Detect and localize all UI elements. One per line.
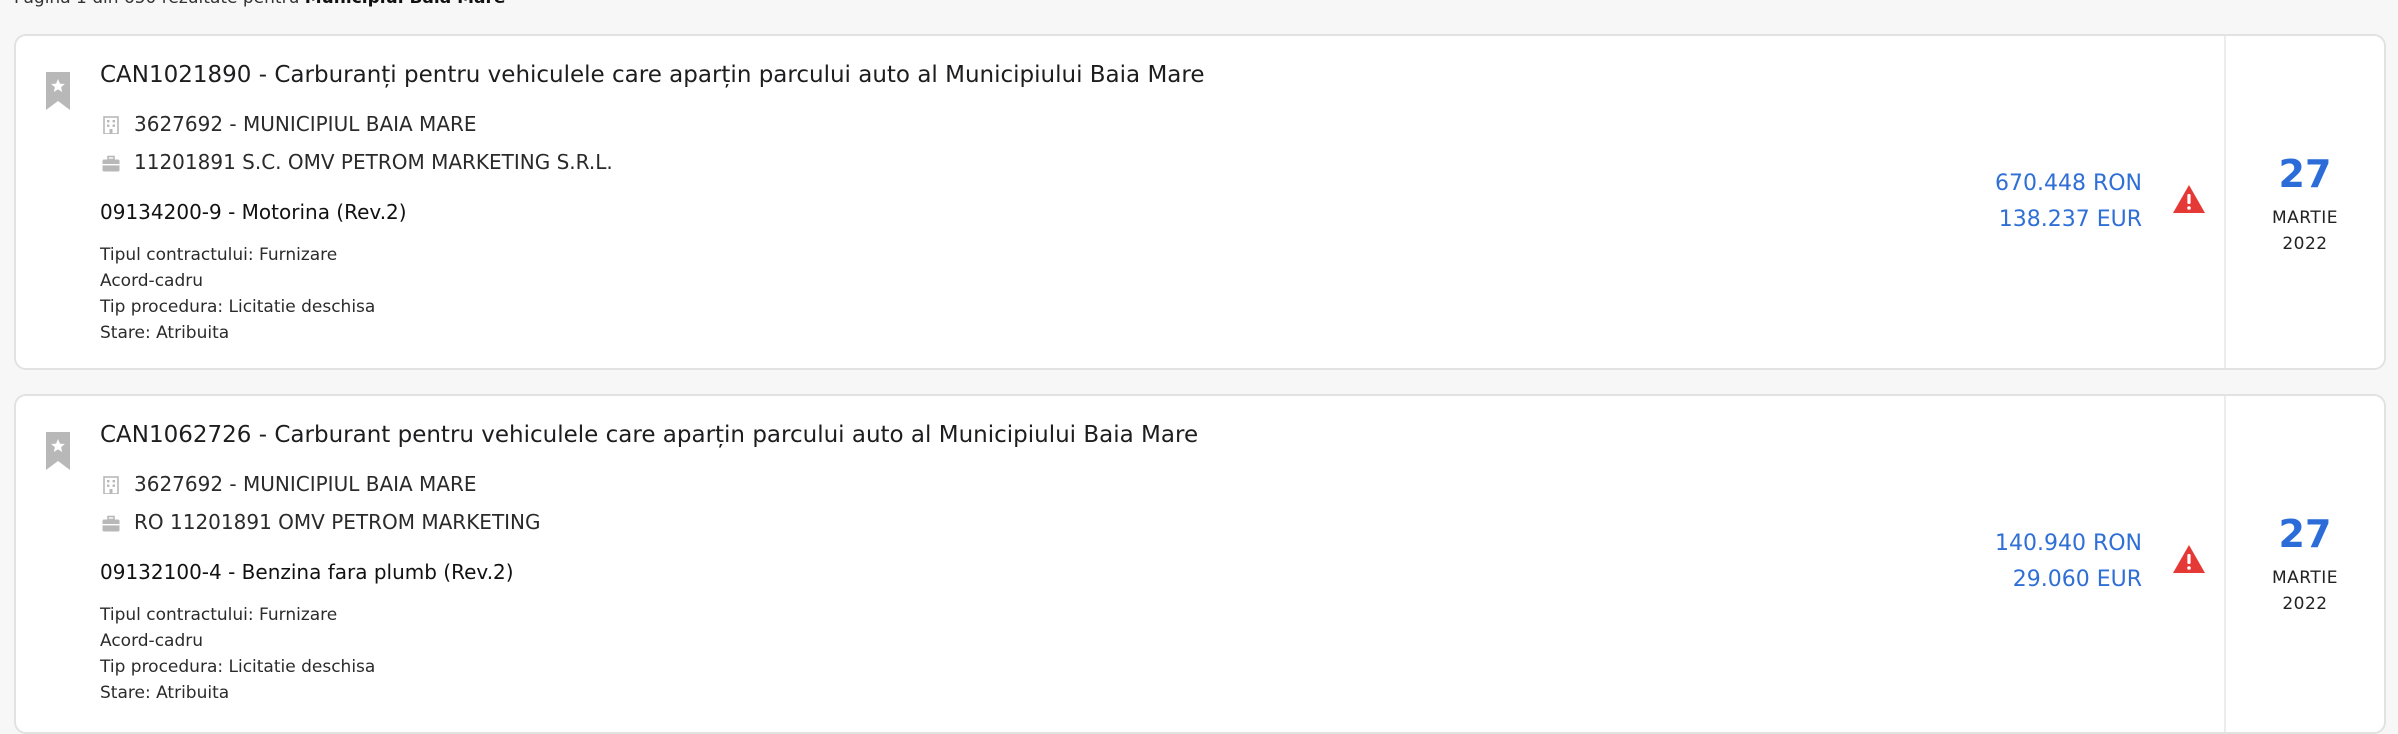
date-day: 27 [2278, 152, 2332, 196]
amount-ron: 670.448 RON [1994, 171, 2142, 196]
result-card: CAN1021890 - Carburanți pentru vehiculel… [14, 34, 2386, 370]
results-summary-text: Pagina 1 din 650 rezultate pentru [14, 0, 305, 8]
cpv-code: 09134200-9 - Motorina (Rev.2) [100, 200, 407, 224]
framework-agreement: Acord-cadru [100, 631, 204, 651]
supplier[interactable]: RO 11201891 OMV PETROM MARKETING [134, 510, 541, 534]
contract-type: Tipul contractului: Furnizare [100, 245, 338, 265]
status: Stare: Atribuita [100, 683, 230, 703]
date-day: 27 [2278, 512, 2332, 556]
contract-value: 670.448 RON 138.237 EUR [1995, 166, 2142, 238]
building-icon [103, 476, 119, 494]
procedure-type: Tip procedura: Licitatie deschisa [100, 657, 376, 677]
building-icon [103, 116, 119, 134]
contract-value: 140.940 RON 29.060 EUR [1995, 526, 2142, 598]
results-query: Municipiul Baia Mare [305, 0, 506, 8]
warning-triangle-icon[interactable] [2172, 544, 2206, 574]
publication-date: 27 MARTIE 2022 [2224, 396, 2384, 732]
date-year: 2022 [2282, 234, 2328, 254]
procedure-type: Tip procedura: Licitatie deschisa [100, 297, 376, 317]
contracting-authority[interactable]: 3627692 - MUNICIPIUL BAIA MARE [134, 112, 477, 136]
bookmark-star-icon[interactable] [46, 72, 70, 110]
result-title-link[interactable]: CAN1062726 - Carburant pentru vehiculele… [100, 422, 1198, 448]
amount-eur: 138.237 EUR [1998, 207, 2142, 232]
results-summary: Pagina 1 din 650 rezultate pentru Munici… [14, 0, 505, 8]
warning-triangle-icon[interactable] [2172, 184, 2206, 214]
result-card: CAN1062726 - Carburant pentru vehiculele… [14, 394, 2386, 734]
date-year: 2022 [2282, 594, 2328, 614]
contracting-authority[interactable]: 3627692 - MUNICIPIUL BAIA MARE [134, 472, 477, 496]
briefcase-icon [102, 155, 120, 172]
supplier[interactable]: 11201891 S.C. OMV PETROM MARKETING S.R.L… [134, 150, 613, 174]
framework-agreement: Acord-cadru [100, 271, 204, 291]
date-month: MARTIE [2271, 208, 2338, 228]
amount-ron: 140.940 RON [1994, 531, 2142, 556]
amount-eur: 29.060 EUR [2012, 567, 2142, 592]
date-month: MARTIE [2271, 568, 2338, 588]
bookmark-star-icon[interactable] [46, 432, 70, 470]
contract-type: Tipul contractului: Furnizare [100, 605, 338, 625]
publication-date: 27 MARTIE 2022 [2224, 36, 2384, 368]
result-title-link[interactable]: CAN1021890 - Carburanți pentru vehiculel… [100, 62, 1204, 88]
status: Stare: Atribuita [100, 323, 230, 343]
cpv-code: 09132100-4 - Benzina fara plumb (Rev.2) [100, 560, 514, 584]
briefcase-icon [102, 515, 120, 532]
